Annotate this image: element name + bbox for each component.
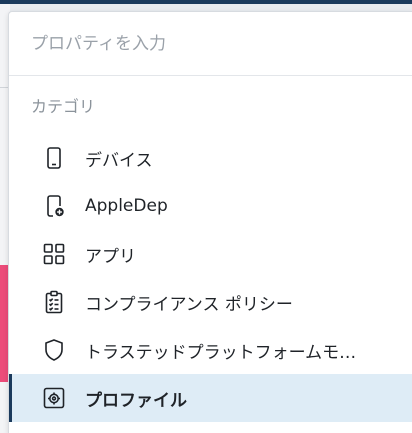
profile-settings-icon — [41, 385, 67, 411]
shield-icon — [41, 337, 67, 363]
property-picker-dropdown: カテゴリ デバイス AppleDep — [8, 11, 412, 433]
background-accent-block — [0, 265, 8, 382]
category-item-compliance-policy[interactable]: コンプライアンス ポリシー — [9, 278, 412, 326]
category-list: デバイス AppleDep アプリ コンプライアンス ポリシー トラステッドプラ… — [9, 134, 412, 422]
app-top-bar — [0, 0, 412, 4]
category-item-label: コンプライアンス ポリシー — [85, 294, 293, 315]
category-item-trusted-platform-module[interactable]: トラステッドプラットフォームモ… — [9, 326, 412, 374]
clipboard-checklist-icon — [41, 289, 67, 315]
category-item-appledep[interactable]: AppleDep — [9, 182, 412, 230]
category-item-apps[interactable]: アプリ — [9, 230, 412, 278]
apps-grid-icon — [41, 241, 67, 267]
category-item-label: アプリ — [85, 246, 136, 267]
category-heading: カテゴリ — [31, 97, 96, 116]
property-search-input[interactable] — [31, 33, 391, 54]
category-item-profile[interactable]: プロファイル — [9, 374, 412, 422]
device-phone-icon — [41, 145, 67, 171]
category-item-label: プロファイル — [85, 390, 187, 411]
category-item-label: トラステッドプラットフォームモ… — [85, 342, 357, 363]
apple-device-add-icon — [41, 193, 67, 219]
category-item-device[interactable]: デバイス — [9, 134, 412, 182]
search-box — [9, 12, 412, 76]
category-item-label: AppleDep — [85, 196, 168, 216]
category-item-label: デバイス — [85, 150, 153, 171]
